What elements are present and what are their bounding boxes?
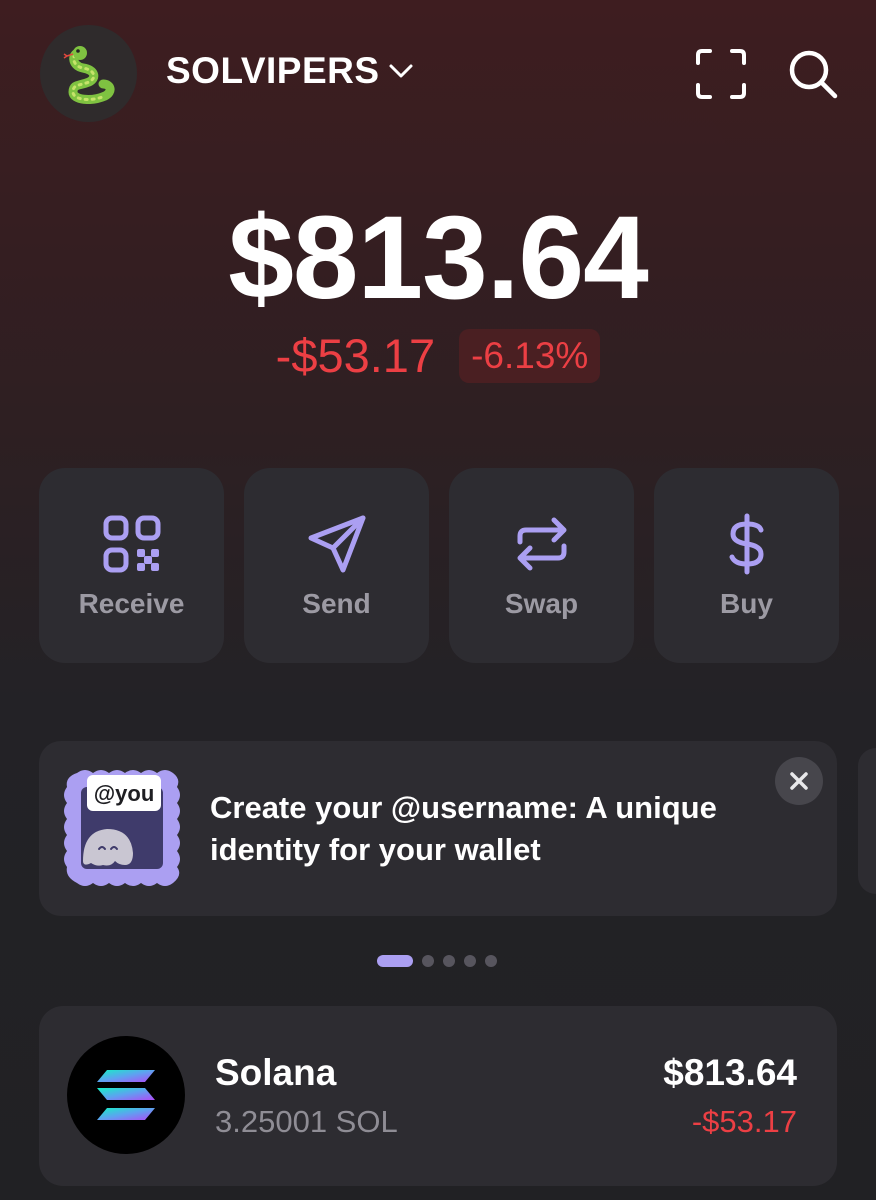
solana-logo-icon	[67, 1036, 185, 1154]
carousel-dot[interactable]	[377, 955, 413, 967]
close-icon	[790, 772, 808, 790]
send-button[interactable]: Send	[244, 468, 429, 663]
receive-button[interactable]: Receive	[39, 468, 224, 663]
chevron-down-icon	[389, 64, 413, 78]
receive-label: Receive	[78, 587, 185, 619]
next-promo-card-peek[interactable]	[858, 748, 876, 894]
scan-icon[interactable]	[694, 47, 748, 101]
promo-badge-text: @you	[94, 781, 155, 806]
qr-code-icon	[103, 515, 160, 572]
carousel-dot[interactable]	[464, 955, 476, 967]
carousel-dot[interactable]	[443, 955, 455, 967]
swap-icon	[517, 517, 566, 570]
username-promo-card[interactable]: @you Create your @username: A unique ide…	[39, 741, 837, 916]
total-balance: $813.64	[228, 192, 649, 324]
promo-text: Create your @username: A unique identity…	[210, 790, 717, 867]
buy-label: Buy	[720, 587, 773, 619]
carousel-indicator	[377, 955, 497, 967]
token-name: Solana	[215, 1052, 337, 1093]
close-button[interactable]	[775, 757, 823, 805]
avatar[interactable]	[40, 25, 137, 122]
token-change: -$53.17	[691, 1104, 797, 1139]
action-buttons: Receive Send Swap Buy	[39, 468, 839, 663]
swap-label: Swap	[504, 587, 579, 619]
dollar-icon	[729, 513, 764, 574]
wallet-name: SOLVIPERS	[166, 50, 380, 91]
balance-change: -$53.17 -6.13%	[0, 328, 876, 383]
snake-icon	[63, 45, 114, 104]
send-label: Send	[302, 587, 371, 619]
change-percent-badge: -6.13%	[459, 328, 601, 383]
header: SOLVIPERS	[40, 25, 840, 123]
token-amount: 3.25001 SOL	[215, 1104, 398, 1139]
token-value: $813.64	[663, 1052, 797, 1093]
username-ghost-icon: @you	[64, 770, 180, 886]
token-row-solana[interactable]: Solana 3.25001 SOL $813.64 -$53.17	[39, 1006, 837, 1186]
swap-button[interactable]: Swap	[449, 468, 634, 663]
search-icon[interactable]	[786, 47, 840, 101]
buy-button[interactable]: Buy	[654, 468, 839, 663]
wallet-selector[interactable]: SOLVIPERS	[166, 50, 416, 92]
carousel-dot[interactable]	[422, 955, 434, 967]
send-icon	[308, 515, 365, 572]
change-amount: -$53.17	[275, 329, 436, 382]
carousel-dot[interactable]	[485, 955, 497, 967]
